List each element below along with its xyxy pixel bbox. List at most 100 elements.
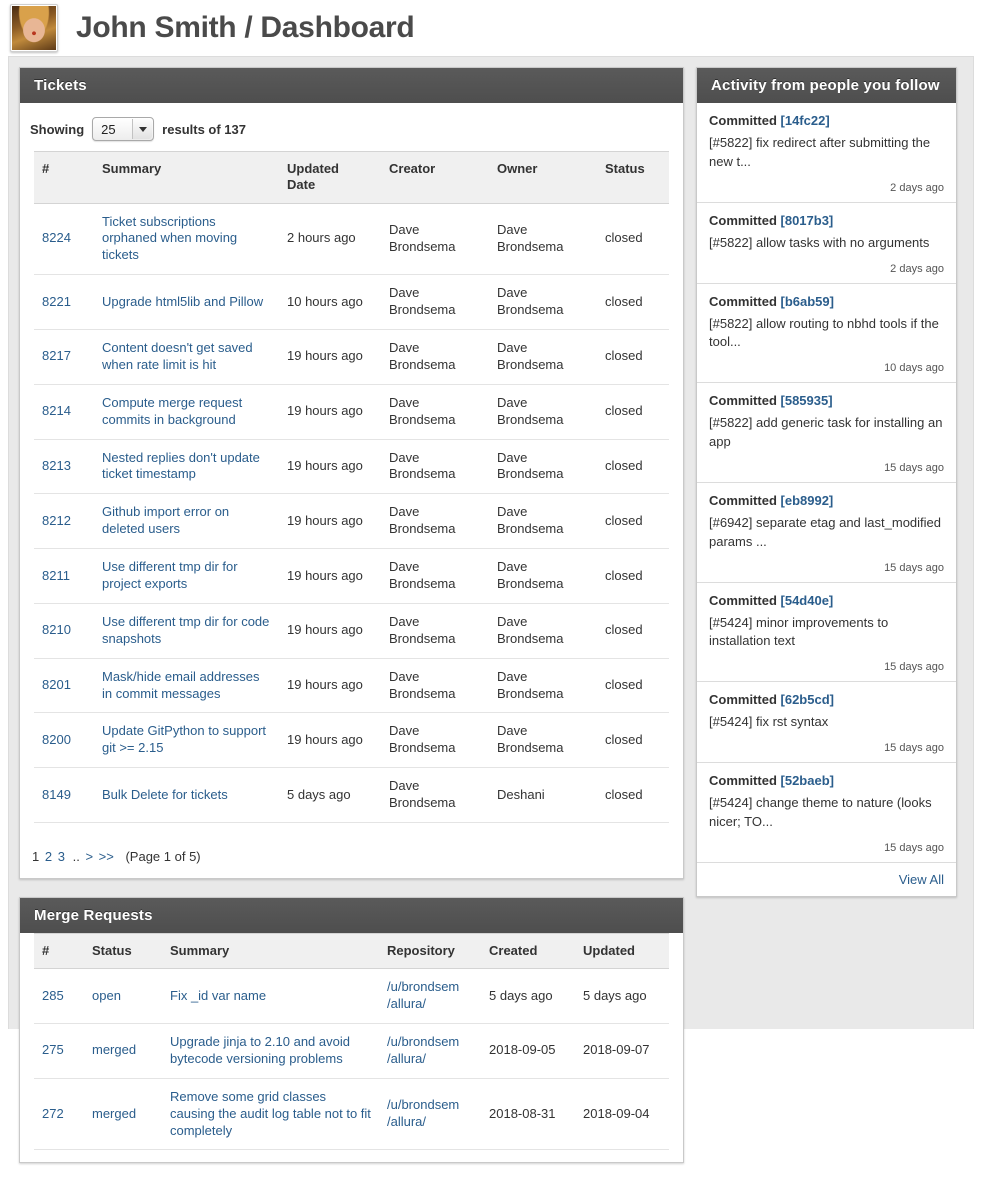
commit-hash-link[interactable]: [585935]	[781, 393, 833, 408]
pager-last[interactable]: >>	[99, 849, 114, 864]
ticket-summary-link[interactable]: Use different tmp dir for code snapshots	[102, 614, 269, 646]
ticket-number-link[interactable]: 8211	[42, 568, 70, 583]
ticket-number[interactable]: 8211	[34, 548, 94, 604]
ticket-number-link[interactable]: 8217	[42, 348, 71, 363]
mr-number[interactable]: 275	[34, 1023, 84, 1079]
ticket-number-link[interactable]: 8210	[42, 622, 71, 637]
commit-hash-link[interactable]: [8017b3]	[781, 213, 834, 228]
commit-hash-link[interactable]: [14fc22]	[781, 113, 830, 128]
pager-page-label: (Page 1 of 5)	[125, 848, 201, 864]
merge-requests-table: # Status Summary Repository Created Upda…	[34, 932, 669, 1151]
ticket-updated: 19 hours ago	[279, 658, 381, 714]
commit-hash-link[interactable]: [62b5cd]	[781, 692, 834, 707]
mr-repository-link-line1[interactable]: /u/brondsem	[387, 1097, 459, 1112]
mr-repository-link-line2[interactable]: /allura/	[387, 1114, 426, 1129]
ticket-owner: Dave Brondsema	[489, 712, 597, 769]
ticket-number[interactable]: 8201	[34, 658, 94, 714]
activity-item-text: [#5822] allow tasks with no arguments	[709, 234, 930, 250]
ticket-number-link[interactable]: 8214	[42, 403, 71, 418]
col-header-creator[interactable]: Creator	[381, 151, 489, 204]
ticket-number-link[interactable]: 8224	[42, 230, 71, 245]
ticket-number[interactable]: 8200	[34, 712, 94, 769]
ticket-summary-link[interactable]: Mask/hide email addresses in commit mess…	[102, 669, 260, 701]
commit-hash-link[interactable]: [b6ab59]	[781, 294, 834, 309]
mr-summary-link[interactable]: Fix _id var name	[170, 988, 266, 1003]
ticket-number[interactable]: 8214	[34, 384, 94, 440]
col-header-status[interactable]: Status	[597, 151, 669, 204]
mr-col-header-summary[interactable]: Summary	[162, 932, 379, 970]
commit-hash-link[interactable]: [54d40e]	[781, 593, 834, 608]
ticket-number[interactable]: 8149	[34, 767, 94, 823]
ticket-summary-link[interactable]: Update GitPython to support git >= 2.15	[102, 723, 266, 755]
ticket-number[interactable]: 8213	[34, 439, 94, 495]
mr-number[interactable]: 272	[34, 1078, 84, 1151]
table-row: 8201 Mask/hide email addresses in commit …	[34, 658, 669, 714]
mr-col-header-updated[interactable]: Updated	[575, 932, 669, 970]
activity-item-title: Committed [52baeb]	[709, 773, 944, 788]
mr-col-header-number[interactable]: #	[34, 932, 84, 970]
ticket-summary: Nested replies don't update ticket times…	[94, 439, 279, 495]
activity-item: Committed [52baeb] [#5424] change theme t…	[697, 763, 956, 863]
col-header-updated-date[interactable]: Updated Date	[279, 151, 381, 204]
pager-page-3[interactable]: 3	[58, 849, 65, 864]
page-size-select[interactable]: 25	[92, 117, 155, 141]
ticket-summary-link[interactable]: Content doesn't get saved when rate limi…	[102, 340, 253, 372]
merge-requests-table-wrap: # Status Summary Repository Created Upda…	[20, 932, 683, 1162]
ticket-number-link[interactable]: 8201	[42, 677, 71, 692]
ticket-updated: 19 hours ago	[279, 603, 381, 659]
ticket-number[interactable]: 8221	[34, 274, 94, 330]
mr-number-link[interactable]: 275	[42, 1042, 64, 1057]
col-header-summary[interactable]: Summary	[94, 151, 279, 204]
commit-hash-link[interactable]: [52baeb]	[781, 773, 834, 788]
ticket-owner: Dave Brondsema	[489, 439, 597, 495]
mr-status-link[interactable]: open	[92, 988, 121, 1003]
mr-number[interactable]: 285	[34, 968, 84, 1025]
col-header-owner[interactable]: Owner	[489, 151, 597, 204]
mr-col-header-created[interactable]: Created	[481, 932, 575, 970]
ticket-number-link[interactable]: 8149	[42, 787, 71, 802]
ticket-number-link[interactable]: 8200	[42, 732, 71, 747]
mr-col-header-repository[interactable]: Repository	[379, 932, 481, 970]
mr-number-link[interactable]: 285	[42, 988, 64, 1003]
mr-repository-link-line2[interactable]: /allura/	[387, 996, 426, 1011]
ticket-owner: Dave Brondsema	[489, 329, 597, 385]
avatar	[10, 4, 58, 52]
page-header: John Smith / Dashboard	[0, 0, 982, 56]
ticket-summary-link[interactable]: Ticket subscriptions orphaned when movin…	[102, 214, 237, 263]
ticket-number-link[interactable]: 8221	[42, 294, 71, 309]
mr-repository-link-line1[interactable]: /u/brondsem	[387, 1034, 459, 1049]
mr-col-header-status[interactable]: Status	[84, 932, 162, 970]
ticket-number-link[interactable]: 8213	[42, 458, 71, 473]
ticket-number[interactable]: 8217	[34, 329, 94, 385]
ticket-number[interactable]: 8224	[34, 203, 94, 276]
activity-item-timestamp: 15 days ago	[884, 461, 944, 474]
col-header-updated-line2: Date	[287, 177, 316, 193]
ticket-summary-link[interactable]: Compute merge request commits in backgro…	[102, 395, 242, 427]
pager-next[interactable]: >	[85, 849, 93, 864]
ticket-status: closed	[597, 658, 669, 714]
mr-status-link[interactable]: merged	[92, 1106, 136, 1121]
ticket-summary-link[interactable]: Github import error on deleted users	[102, 504, 229, 536]
commit-hash-link[interactable]: [eb8992]	[781, 493, 834, 508]
activity-item-title: Committed [62b5cd]	[709, 692, 944, 707]
mr-repository-link-line2[interactable]: /allura/	[387, 1051, 426, 1066]
ticket-summary-link[interactable]: Bulk Delete for tickets	[102, 787, 228, 802]
mr-summary-link[interactable]: Upgrade jinja to 2.10 and avoid bytecode…	[170, 1034, 350, 1066]
ticket-summary: Github import error on deleted users	[94, 493, 279, 550]
pager-page-2[interactable]: 2	[45, 849, 52, 864]
mr-summary: Upgrade jinja to 2.10 and avoid bytecode…	[162, 1023, 379, 1079]
mr-number-link[interactable]: 272	[42, 1106, 64, 1121]
ticket-number[interactable]: 8210	[34, 603, 94, 659]
activity-list: Committed [14fc22] [#5822] fix redirect a…	[697, 103, 956, 863]
ticket-summary-link[interactable]: Upgrade html5lib and Pillow	[102, 294, 263, 309]
ticket-number[interactable]: 8212	[34, 493, 94, 550]
mr-summary-link[interactable]: Remove some grid classes causing the aud…	[170, 1089, 371, 1138]
ticket-summary-link[interactable]: Use different tmp dir for project export…	[102, 559, 238, 591]
mr-repository-link-line1[interactable]: /u/brondsem	[387, 979, 459, 994]
mr-status-link[interactable]: merged	[92, 1042, 136, 1057]
mr-summary: Fix _id var name	[162, 968, 379, 1025]
col-header-number[interactable]: #	[34, 151, 94, 204]
ticket-number-link[interactable]: 8212	[42, 513, 71, 528]
view-all-link[interactable]: View All	[899, 872, 944, 887]
ticket-summary-link[interactable]: Nested replies don't update ticket times…	[102, 450, 260, 482]
